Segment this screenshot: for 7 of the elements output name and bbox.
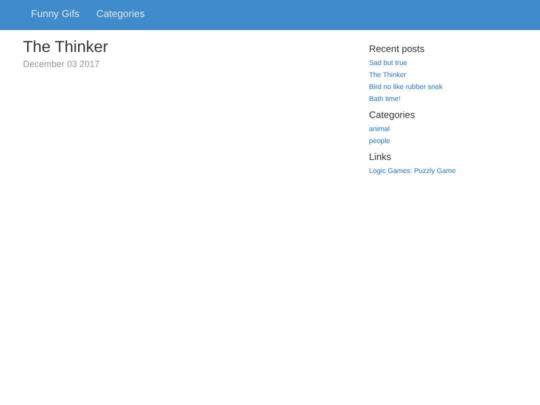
post-title: The Thinker <box>23 38 110 58</box>
sidebar-heading: Links <box>369 152 392 163</box>
nav-link[interactable]: Funny Gifs <box>31 9 80 20</box>
sidebar-heading: Recent posts <box>369 44 424 55</box>
sidebar-heading: Categories <box>369 110 415 121</box>
post-date: December 03 2017 <box>23 59 101 70</box>
nav-link[interactable]: Categories <box>96 9 145 20</box>
